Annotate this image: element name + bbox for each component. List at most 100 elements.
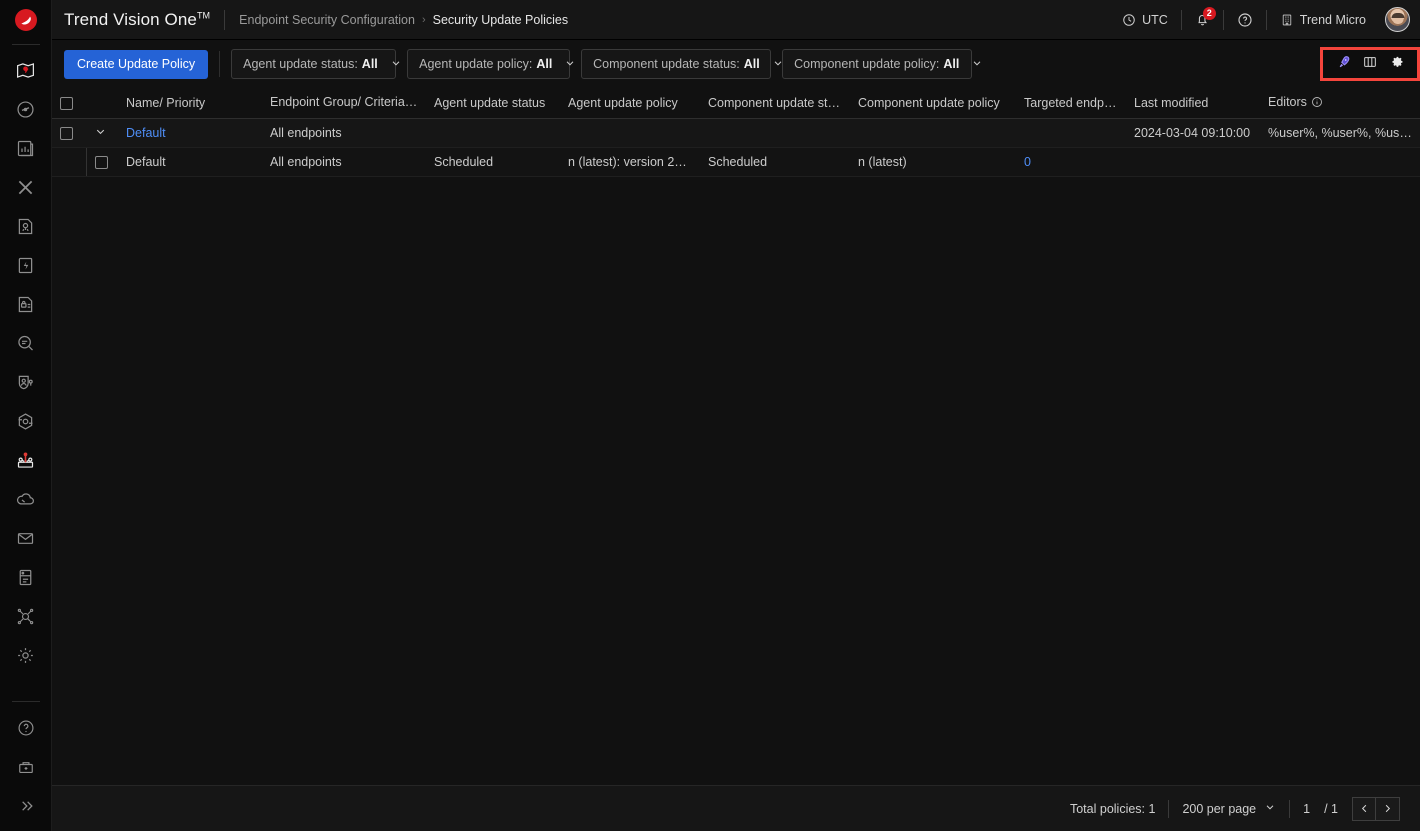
building-icon (1280, 13, 1294, 27)
sidebar-item-toolbox[interactable] (0, 747, 52, 786)
chevron-down-icon (564, 57, 576, 72)
filter-component-update-status[interactable]: Component update status: All (581, 49, 771, 79)
toolbar-actions-highlight (1320, 47, 1420, 81)
sidebar-item-compliance[interactable] (0, 285, 52, 324)
filter-component-update-status-value: All (744, 57, 760, 71)
policy-name-link[interactable]: Default (126, 126, 166, 140)
cell-comp-policy (850, 118, 1016, 147)
filter-component-update-policy-value: All (943, 57, 959, 71)
column-header-comp-status[interactable]: Component update status (700, 88, 850, 118)
sidebar-item-cloud-security[interactable] (0, 480, 52, 519)
column-chooser-button[interactable] (1357, 51, 1383, 77)
next-page-button[interactable] (1376, 797, 1400, 821)
sidebar-item-home-map[interactable] (0, 51, 52, 90)
main-region: Trend Vision OneTM Endpoint Security Con… (52, 0, 1420, 831)
avatar[interactable] (1385, 7, 1410, 32)
help-button[interactable] (1224, 0, 1266, 40)
organization-label: Trend Micro (1300, 13, 1366, 27)
trend-micro-logo[interactable] (0, 0, 52, 40)
product-brand: Trend Vision OneTM (52, 10, 224, 30)
column-header-comp-policy[interactable]: Component update policy (850, 88, 1016, 118)
chevron-down-icon[interactable] (94, 125, 107, 141)
organization-button[interactable]: Trend Micro (1267, 0, 1379, 40)
sidebar-item-identity[interactable] (0, 363, 52, 402)
cell-agent-status: Scheduled (426, 147, 560, 176)
timezone-button[interactable]: UTC (1109, 0, 1181, 40)
info-icon[interactable] (1311, 96, 1323, 111)
sidebar-item-endpoint-security[interactable] (0, 441, 52, 480)
sidebar-item-xdr[interactable] (0, 168, 52, 207)
sidebar-item-attack-surface[interactable] (0, 597, 52, 636)
sidebar-item-threat-intel[interactable] (0, 207, 52, 246)
cell-group: All endpoints (262, 118, 426, 147)
column-header-comp-status-label: Component update status (708, 96, 850, 110)
sidebar-item-administration[interactable] (0, 636, 52, 675)
targeted-endpoints-link[interactable]: 0 (1024, 155, 1031, 169)
gear-icon (15, 645, 36, 666)
toolbox-sparkle-icon (16, 757, 36, 777)
cell-name: Default (118, 147, 262, 176)
chevron-right-icon (1382, 803, 1393, 814)
table-row[interactable]: Default All endpoints Scheduled n (lates… (52, 147, 1420, 176)
sidebar-item-search[interactable] (0, 324, 52, 363)
network-scan-icon (15, 606, 36, 627)
notifications-badge: 2 (1203, 7, 1216, 20)
row-select-cell (86, 147, 118, 176)
sidebar-item-dashboard[interactable] (0, 90, 52, 129)
total-policies-label: Total policies: 1 (1070, 802, 1155, 816)
column-header-editors-label: Editors (1268, 95, 1307, 109)
shield-person-icon (15, 372, 36, 393)
column-header-agent-policy[interactable]: Agent update policy (560, 88, 700, 118)
cell-agent-policy (560, 118, 700, 147)
column-header-agent-status-label: Agent update status (434, 96, 545, 110)
chevron-left-icon (1359, 803, 1370, 814)
filter-agent-update-status[interactable]: Agent update status: All (231, 49, 396, 79)
column-header-editors[interactable]: Editors (1260, 88, 1420, 118)
sidebar-item-email-security[interactable] (0, 519, 52, 558)
filter-agent-update-policy[interactable]: Agent update policy: All (407, 49, 570, 79)
sidebar-divider-top (12, 44, 40, 45)
cell-targeted (1016, 118, 1126, 147)
header-actions: UTC 2 (1109, 0, 1420, 40)
sidebar-divider-bottom (12, 701, 40, 702)
row-checkbox[interactable] (95, 156, 108, 169)
cell-agent-policy: n (latest): version 24.06 (560, 147, 700, 176)
sidebar-item-network-security[interactable] (0, 558, 52, 597)
sidebar-expand-toggle[interactable] (0, 786, 52, 825)
sidebar-item-help[interactable] (0, 708, 52, 747)
column-header-targeted[interactable]: Targeted endpoi... (1016, 88, 1126, 118)
cell-modified (1126, 147, 1260, 176)
row-checkbox[interactable] (60, 127, 73, 140)
column-header-name[interactable]: Name/ Priority (118, 88, 262, 118)
cell-editors (1260, 147, 1420, 176)
filter-component-update-policy[interactable]: Component update policy: All (782, 49, 972, 79)
chevron-down-icon (1264, 801, 1276, 816)
prev-page-button[interactable] (1352, 797, 1376, 821)
create-update-policy-button[interactable]: Create Update Policy (64, 50, 208, 79)
whats-new-rocket-button[interactable] (1331, 51, 1357, 77)
current-page-input[interactable]: 1 (1303, 802, 1310, 816)
column-header-group[interactable]: Endpoint Group/ Criteria (262, 88, 426, 118)
footer-divider-2 (1289, 800, 1290, 818)
column-header-modified[interactable]: Last modified (1126, 88, 1260, 118)
settings-gear-button[interactable] (1383, 51, 1409, 77)
table-header-row: Name/ Priority Endpoint Group/ Criteria … (52, 88, 1420, 118)
sidebar-item-zero-trust[interactable] (0, 402, 52, 441)
pagination-controls (1352, 797, 1400, 821)
column-header-agent-status[interactable]: Agent update status (426, 88, 560, 118)
table-row[interactable]: Default All endpoints 2024-03-04 09:10:0… (52, 118, 1420, 147)
filter-agent-update-status-text: Agent update status: All (243, 57, 378, 71)
filter-agent-update-status-value: All (362, 57, 378, 71)
notifications-button[interactable]: 2 (1182, 0, 1223, 40)
chevron-down-icon (971, 57, 983, 72)
filter-agent-update-policy-value: All (536, 57, 552, 71)
sidebar-item-response[interactable] (0, 246, 52, 285)
gauge-icon (15, 99, 36, 120)
page-indicator: 1 / 1 (1303, 802, 1338, 816)
sidebar-item-reports[interactable] (0, 129, 52, 168)
breadcrumb-parent[interactable]: Endpoint Security Configuration (239, 13, 415, 27)
select-all-header (52, 88, 86, 118)
select-all-checkbox[interactable] (60, 97, 73, 110)
per-page-selector[interactable]: 200 per page (1182, 801, 1276, 816)
server-document-icon (15, 567, 36, 588)
